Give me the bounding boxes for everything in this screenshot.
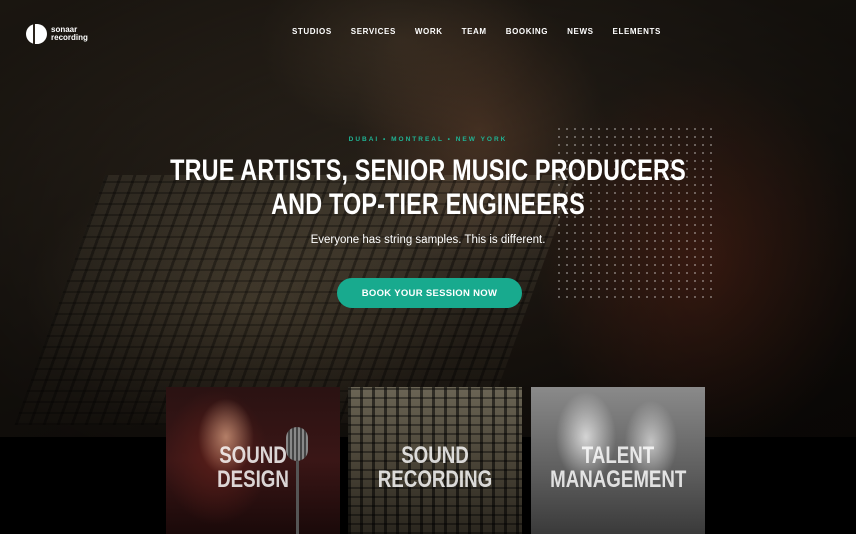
hero-subheading: Everyone has string samples. This is dif… xyxy=(310,234,546,246)
service-card-sound-recording[interactable]: SOUND RECORDING xyxy=(348,387,522,534)
nav-item-work[interactable]: WORK xyxy=(415,27,443,36)
nav-item-services[interactable]: SERVICES xyxy=(351,27,396,36)
service-title-line2: RECORDING xyxy=(377,466,493,493)
service-card-title: SOUND RECORDING xyxy=(367,444,503,492)
hero-locations: DUBAI • MONTREAL • NEW YORK xyxy=(348,136,508,143)
main-nav: STUDIOS SERVICES WORK TEAM BOOKING NEWS … xyxy=(292,27,680,36)
service-title-line1: SOUND xyxy=(219,442,287,469)
hero-headline-line1: TRUE ARTISTS, SENIOR MUSIC PRODUCERS xyxy=(170,154,686,187)
service-card-title: SOUND DESIGN xyxy=(185,444,321,492)
logo-text-line2: recording xyxy=(51,33,88,42)
service-title-line1: SOUND xyxy=(401,442,469,469)
nav-item-elements[interactable]: ELEMENTS xyxy=(613,27,661,36)
service-card-talent-management[interactable]: TALENT MANAGEMENT xyxy=(531,387,705,534)
site-logo[interactable]: sonaar recording xyxy=(26,24,88,44)
service-card-sound-design[interactable]: SOUND DESIGN xyxy=(166,387,340,534)
logo-text: sonaar recording xyxy=(51,26,88,42)
nav-item-team[interactable]: TEAM xyxy=(462,27,487,36)
nav-item-studios[interactable]: STUDIOS xyxy=(292,27,332,36)
book-session-button[interactable]: BOOK YOUR SESSION NOW xyxy=(337,278,522,308)
nav-item-booking[interactable]: BOOKING xyxy=(506,27,548,36)
hero-headline-line2: AND TOP-TIER ENGINEERS xyxy=(271,188,585,221)
service-title-line2: DESIGN xyxy=(217,466,289,493)
service-title-line1: TALENT xyxy=(581,442,655,469)
nav-item-news[interactable]: NEWS xyxy=(567,27,593,36)
logo-icon xyxy=(26,24,47,44)
service-card-title: TALENT MANAGEMENT xyxy=(550,444,686,492)
service-title-line2: MANAGEMENT xyxy=(550,466,687,493)
hero-headline: TRUE ARTISTS, SENIOR MUSIC PRODUCERS AND… xyxy=(94,154,762,222)
